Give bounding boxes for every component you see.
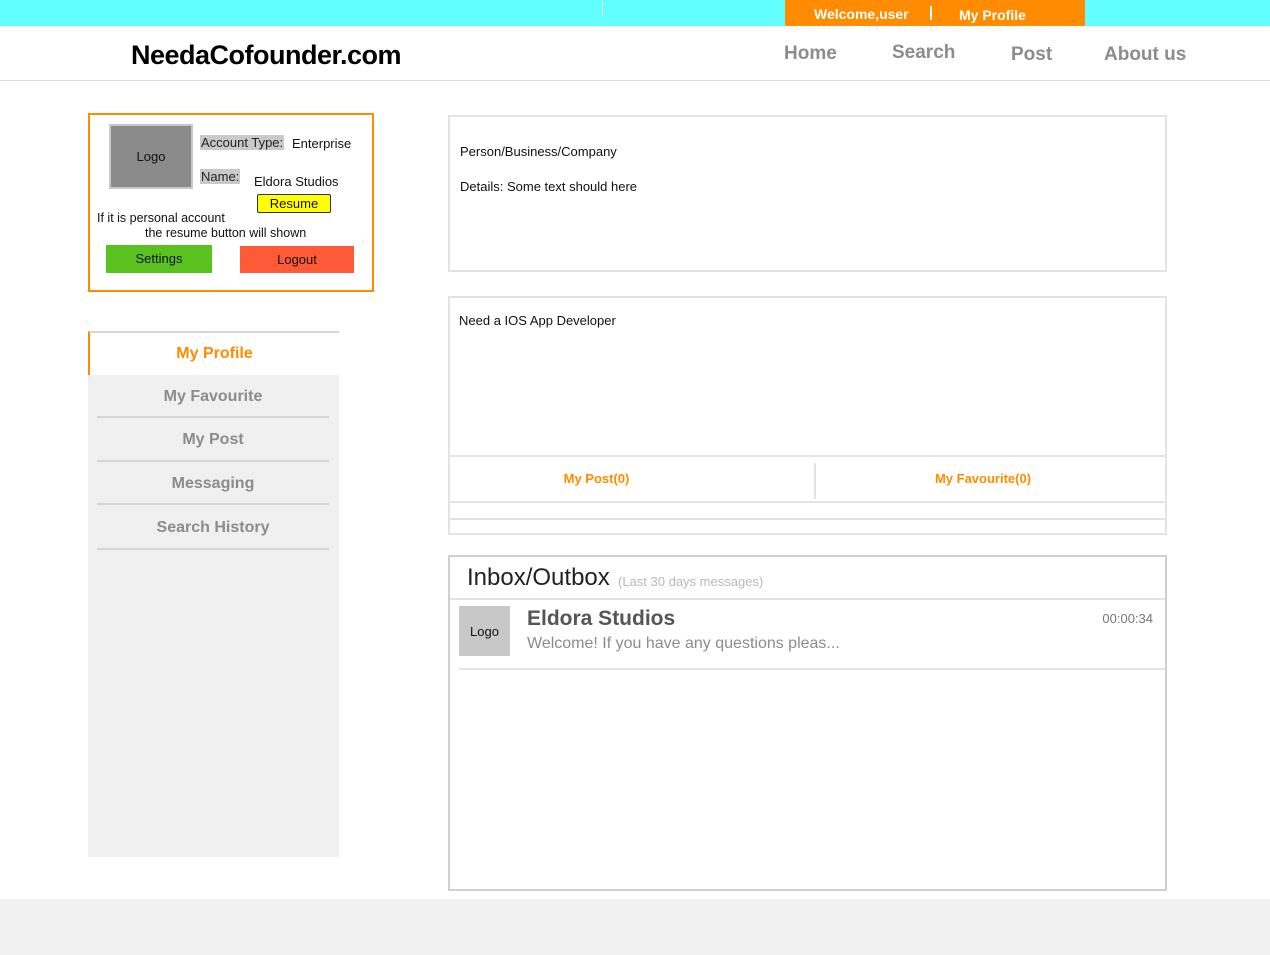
profile-card: Logo Account Type: Enterprise Name: Eldo… <box>88 113 374 292</box>
top-bar-divider <box>602 2 603 16</box>
name-value: Eldora Studios <box>254 174 339 189</box>
nav-about-us[interactable]: About us <box>1104 44 1186 66</box>
account-type-label: Account Type: <box>200 135 285 150</box>
site-logo[interactable]: NeedaCofounder.com <box>131 40 402 71</box>
message-preview: Welcome! If you have any questions pleas… <box>527 635 840 652</box>
profile-details-text: Details: Some text should here <box>460 179 638 194</box>
post-need-text: Need a IOS App Developer <box>459 313 616 328</box>
profile-details-panel: Person/Business/Company Details: Some te… <box>448 115 1167 272</box>
tab-my-favourite[interactable]: My Favourite(0) <box>816 457 1150 503</box>
post-panel: Need a IOS App Developer My Post(0) My F… <box>448 296 1167 535</box>
inbox-subtitle: (Last 30 days messages) <box>618 574 764 589</box>
message-row[interactable]: Logo Eldora Studios Welcome! If you have… <box>459 600 1165 670</box>
inbox-panel: Inbox/Outbox (Last 30 days messages) Log… <box>448 555 1167 891</box>
sidebar-item-messaging[interactable]: Messaging <box>97 462 329 505</box>
sidebar-item-my-post[interactable]: My Post <box>97 418 329 462</box>
nav-search[interactable]: Search <box>892 42 955 64</box>
resume-note-line1: If it is personal account <box>97 211 225 225</box>
inbox-title: Inbox/Outbox <box>467 564 610 591</box>
resume-button[interactable]: Resume <box>257 194 331 213</box>
nav-home[interactable]: Home <box>784 43 837 65</box>
site-header: NeedaCofounder.com Home Search Post Abou… <box>0 26 1270 81</box>
message-time: 00:00:34 <box>1102 611 1153 626</box>
sidebar-item-my-favourite[interactable]: My Favourite <box>97 375 329 418</box>
profile-type-text: Person/Business/Company <box>460 144 617 159</box>
account-type-value: Enterprise <box>292 136 352 151</box>
welcome-separator <box>930 6 932 20</box>
sidebar-menu: My Profile My Favourite My Post Messagin… <box>88 331 339 857</box>
welcome-text: Welcome,user <box>814 6 909 22</box>
user-welcome-box: Welcome,user My Profile <box>785 0 1085 26</box>
post-panel-divider <box>450 518 1165 520</box>
settings-button[interactable]: Settings <box>106 245 212 273</box>
top-bar: Welcome,user My Profile <box>0 0 1270 26</box>
sidebar-item-my-profile[interactable]: My Profile <box>88 331 339 375</box>
resume-note-line2: the resume button will shown <box>145 226 307 240</box>
name-label: Name: <box>200 169 241 184</box>
message-sender-logo: Logo <box>459 606 510 656</box>
tab-my-post[interactable]: My Post(0) <box>450 457 743 503</box>
inbox-header: Inbox/Outbox (Last 30 days messages) <box>450 557 1165 600</box>
post-tabs: My Post(0) My Favourite(0) <box>450 455 1165 503</box>
nav-post[interactable]: Post <box>1011 44 1052 66</box>
profile-logo: Logo <box>109 124 193 189</box>
page-footer <box>0 899 1270 955</box>
top-my-profile-link[interactable]: My Profile <box>959 7 1026 23</box>
sidebar-item-search-history[interactable]: Search History <box>97 505 329 550</box>
logout-button[interactable]: Logout <box>240 246 354 273</box>
message-sender: Eldora Studios <box>527 607 676 630</box>
